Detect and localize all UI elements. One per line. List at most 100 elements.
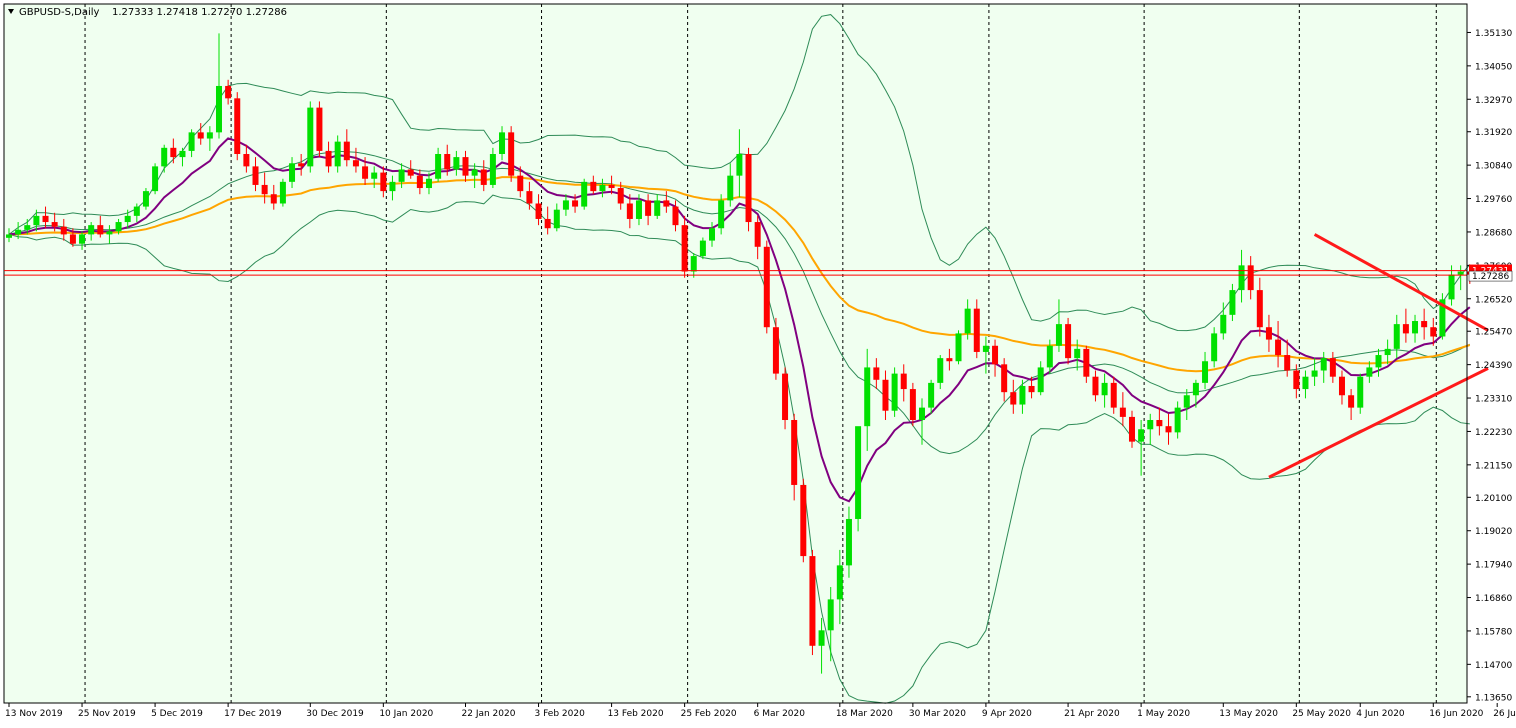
price-tick-label: 1.14700 — [1475, 661, 1512, 671]
time-tick-label: 13 May 2020 — [1219, 709, 1278, 719]
chart-window[interactable]: 1.35130 1.34050 1.32970 1.31920 1.30840 1.297… — [0, 0, 1516, 724]
candle-body — [681, 225, 688, 272]
candle-body — [298, 163, 305, 167]
candle-body — [727, 175, 734, 201]
time-tick-label: 22 Jan 2020 — [462, 709, 516, 719]
candle-body — [133, 206, 140, 216]
time-tick-label: 10 Jan 2020 — [379, 709, 433, 719]
candle-body — [709, 228, 716, 241]
candle-body — [855, 426, 862, 519]
candle-body — [581, 181, 588, 207]
candle-body — [15, 229, 22, 235]
time-tick-label: 4 Jun 2020 — [1356, 709, 1405, 719]
time-tick-label: 13 Feb 2020 — [608, 709, 664, 719]
bull-candle — [142, 188, 149, 210]
candle-body — [179, 150, 186, 158]
candle-body — [206, 132, 213, 139]
candle-body — [836, 565, 843, 600]
candle-body — [124, 215, 131, 223]
candle-body — [1402, 324, 1409, 334]
candle-body — [1074, 348, 1081, 359]
candle-body — [42, 215, 49, 223]
candle-body — [325, 150, 332, 167]
candle-body — [1147, 419, 1154, 430]
candle-body — [1065, 324, 1072, 359]
candle-body — [1302, 376, 1309, 390]
candle-body — [517, 175, 524, 192]
price-tick-label: 1.23310 — [1475, 395, 1512, 405]
candle-body — [562, 200, 569, 210]
candle-body — [535, 203, 542, 219]
candle-body — [1256, 290, 1263, 328]
candle-body — [1028, 385, 1035, 393]
price-tick-label: 1.16860 — [1475, 594, 1512, 604]
candle-body — [1421, 321, 1428, 328]
candle-body — [553, 209, 560, 229]
candle-body — [1220, 314, 1227, 334]
price-tick-label: 1.17940 — [1475, 561, 1512, 571]
candle-body — [928, 382, 935, 408]
time-axis[interactable]: 13 Nov 2019 25 Nov 2019 5 Dec 2019 17 Dec 2… — [4, 702, 1516, 719]
candle-body — [1211, 333, 1218, 362]
candle-body — [718, 200, 725, 229]
candle-body — [343, 141, 350, 161]
candle-body — [526, 191, 533, 204]
plot-area[interactable] — [3, 3, 1468, 704]
price-axis[interactable]: 1.35130 1.34050 1.32970 1.31920 1.30840 1.297… — [1466, 4, 1512, 703]
candle-body — [261, 184, 268, 195]
bull-candle — [955, 330, 962, 365]
candle-body — [215, 85, 222, 133]
candle-body — [1001, 364, 1008, 393]
price-tags: 1.274311.27286 — [1468, 264, 1513, 282]
price-tick-label: 1.24390 — [1475, 361, 1512, 371]
candle-body — [416, 175, 423, 189]
time-tick-label: 9 Apr 2020 — [982, 709, 1032, 719]
candle-body — [827, 599, 834, 631]
chart-header: GBPUSD-S,Daily 1.27333 1.27418 1.27270 1… — [8, 7, 287, 18]
candle-body — [69, 234, 76, 244]
candle-body — [973, 308, 980, 352]
candle-body — [51, 222, 58, 227]
candle-body — [654, 200, 661, 216]
candle-body — [307, 107, 314, 167]
candle-body — [1092, 376, 1099, 396]
candle-body — [544, 218, 551, 229]
time-tick-label: 25 Nov 2019 — [78, 709, 136, 719]
bear-candle — [763, 240, 770, 334]
time-tick-label: 16 Jun 2020 — [1429, 709, 1483, 719]
candle-body — [1393, 324, 1400, 349]
candle-body — [471, 169, 478, 176]
candle-body — [1357, 376, 1364, 408]
bear-candle — [772, 317, 779, 380]
candle-body — [1138, 429, 1145, 442]
price-tick-label: 1.28680 — [1475, 228, 1512, 238]
price-tick-label: 1.19020 — [1475, 527, 1512, 537]
candle-body — [809, 556, 816, 646]
candle-body — [1284, 355, 1291, 371]
candle-body — [1348, 395, 1355, 408]
candle-body — [1202, 361, 1209, 383]
price-chart[interactable]: 1.35130 1.34050 1.32970 1.31920 1.30840 1.297… — [0, 0, 1516, 724]
candle-body — [352, 160, 359, 167]
candle-body — [380, 172, 387, 192]
candle-body — [152, 166, 159, 192]
candle-body — [161, 147, 168, 167]
bull-candle — [855, 426, 862, 532]
price-tick-label: 1.31920 — [1475, 128, 1512, 138]
candle-body — [499, 132, 506, 155]
candle-body — [1275, 339, 1282, 356]
time-tick-label: 25 May 2020 — [1292, 709, 1351, 719]
candle-body — [1311, 370, 1318, 377]
time-tick-label: 1 May 2020 — [1137, 709, 1190, 719]
candle-body — [1101, 382, 1108, 396]
candle-body — [243, 154, 250, 167]
candle-body — [1338, 376, 1345, 396]
candle-body — [6, 234, 12, 238]
candle-body — [1083, 348, 1090, 377]
bear-candle — [809, 549, 816, 656]
price-tick-label: 1.25470 — [1475, 328, 1512, 338]
candle-body — [435, 154, 442, 179]
candle-body — [1174, 407, 1181, 433]
time-tick-label: 25 Feb 2020 — [681, 709, 737, 719]
symbol-label: GBPUSD-S,Daily — [19, 7, 100, 18]
